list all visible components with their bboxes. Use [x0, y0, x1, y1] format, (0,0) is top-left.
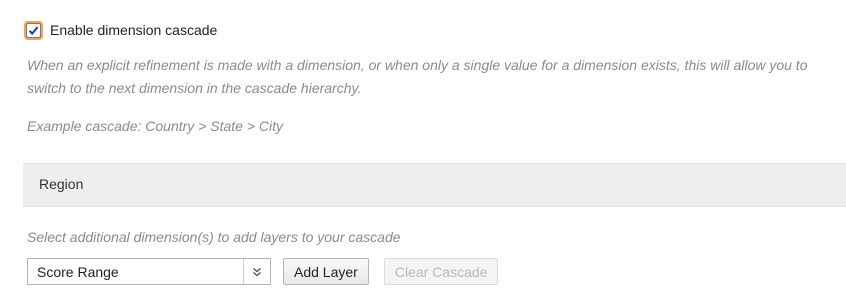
cascade-example: Example cascade: Country > State > City: [27, 118, 284, 134]
region-header: Region: [23, 163, 846, 207]
cascade-settings-panel: Enable dimension cascade When an explici…: [0, 0, 846, 290]
cascade-description: When an explicit refinement is made with…: [27, 57, 808, 96]
enable-cascade-checkbox[interactable]: [26, 22, 41, 38]
double-chevron-down-icon[interactable]: [243, 259, 270, 284]
layer-controls: Score Range Add Layer Clear Cascade: [27, 258, 499, 288]
add-layers-hint: Select additional dimension(s) to add la…: [27, 229, 401, 245]
enable-cascade-label[interactable]: Enable dimension cascade: [50, 22, 217, 38]
clear-cascade-button[interactable]: Clear Cascade: [383, 258, 499, 285]
region-label: Region: [39, 176, 84, 192]
checkmark-icon: [28, 26, 39, 35]
dimension-select-value: Score Range: [37, 264, 119, 280]
add-layer-button[interactable]: Add Layer: [283, 258, 369, 285]
enable-cascade-row: Enable dimension cascade: [26, 20, 217, 40]
dimension-select[interactable]: Score Range: [27, 258, 271, 285]
